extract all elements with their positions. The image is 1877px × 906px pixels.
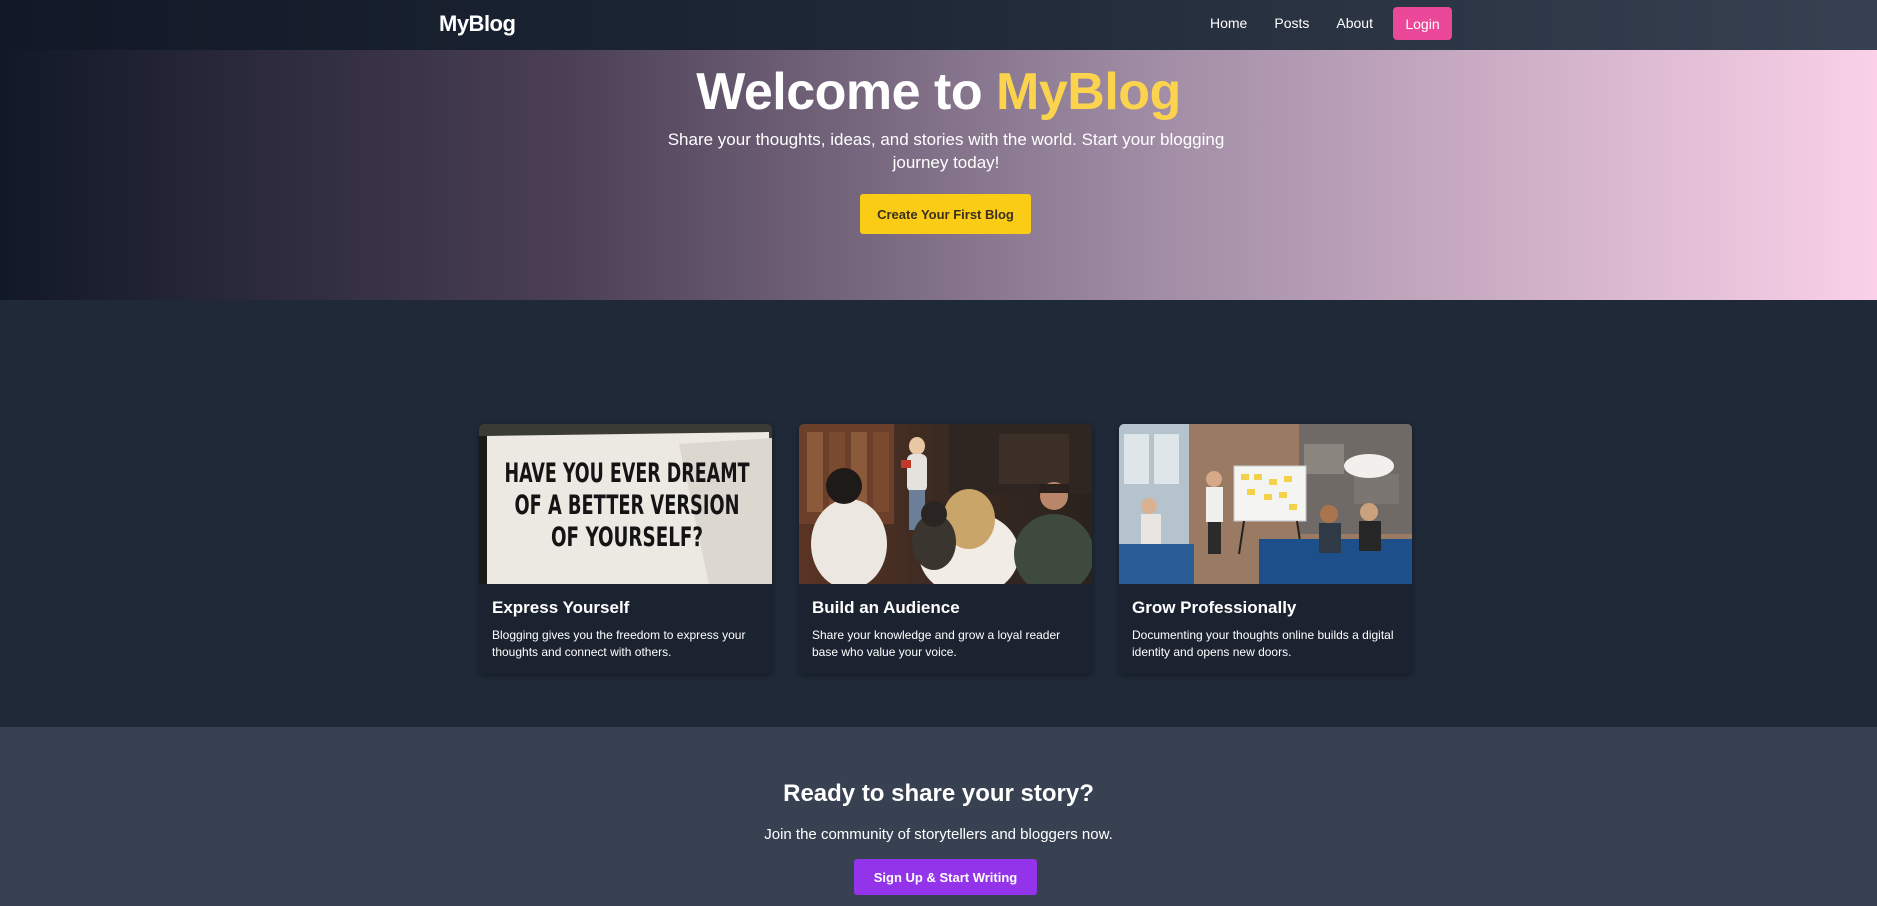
cta-title: Ready to share your story?	[783, 780, 1094, 807]
feature-title: Express Yourself	[492, 598, 630, 617]
feature-image-sign: HAVE YOU EVER DREAMT OF A BETTER VERSION…	[479, 424, 772, 584]
hero-title-accent: MyBlog	[996, 63, 1181, 121]
feature-card-audience: Build an Audience Share your knowledge a…	[799, 424, 1092, 674]
cta-subtitle: Join the community of storytellers and b…	[764, 826, 1113, 843]
hero-section: Welcome to MyBlog Share your thoughts, i…	[0, 50, 1877, 300]
sign-line-3: OF YOURSELF?	[551, 522, 703, 553]
feature-text: Blogging gives you the freedom to expres…	[492, 628, 746, 659]
sign-line-2: OF A BETTER VERSION	[515, 490, 740, 521]
feature-image-meeting	[1119, 424, 1412, 584]
feature-text: Share your knowledge and grow a loyal re…	[812, 628, 1061, 659]
nav-links: Home Posts About	[1210, 15, 1373, 31]
feature-text: Documenting your thoughts online builds …	[1132, 628, 1394, 659]
feature-card-grow: Grow Professionally Documenting your tho…	[1119, 424, 1412, 674]
features-section: HAVE YOU EVER DREAMT OF A BETTER VERSION…	[0, 300, 1877, 727]
brand-logo[interactable]: MyBlog	[439, 11, 516, 37]
feature-card-express: HAVE YOU EVER DREAMT OF A BETTER VERSION…	[479, 424, 772, 674]
create-first-blog-button[interactable]: Create Your First Blog	[860, 194, 1031, 234]
nav-link-home[interactable]: Home	[1210, 15, 1247, 31]
nav-link-about[interactable]: About	[1336, 15, 1373, 31]
feature-image-audience	[799, 424, 1092, 584]
hero-title: Welcome to MyBlog	[0, 62, 1877, 122]
nav-link-posts[interactable]: Posts	[1274, 15, 1309, 31]
feature-title: Grow Professionally	[1132, 598, 1297, 617]
sign-line-1: HAVE YOU EVER DREAMT	[505, 458, 750, 489]
signup-start-writing-button[interactable]: Sign Up & Start Writing	[854, 859, 1037, 895]
feature-title: Build an Audience	[812, 598, 960, 617]
cta-section: Ready to share your story? Join the comm…	[0, 727, 1877, 906]
hero-title-prefix: Welcome to	[696, 63, 997, 121]
login-button[interactable]: Login	[1393, 7, 1452, 40]
hero-subtitle: Share your thoughts, ideas, and stories …	[667, 130, 1225, 172]
navbar: MyBlog Home Posts About Login	[0, 0, 1877, 50]
